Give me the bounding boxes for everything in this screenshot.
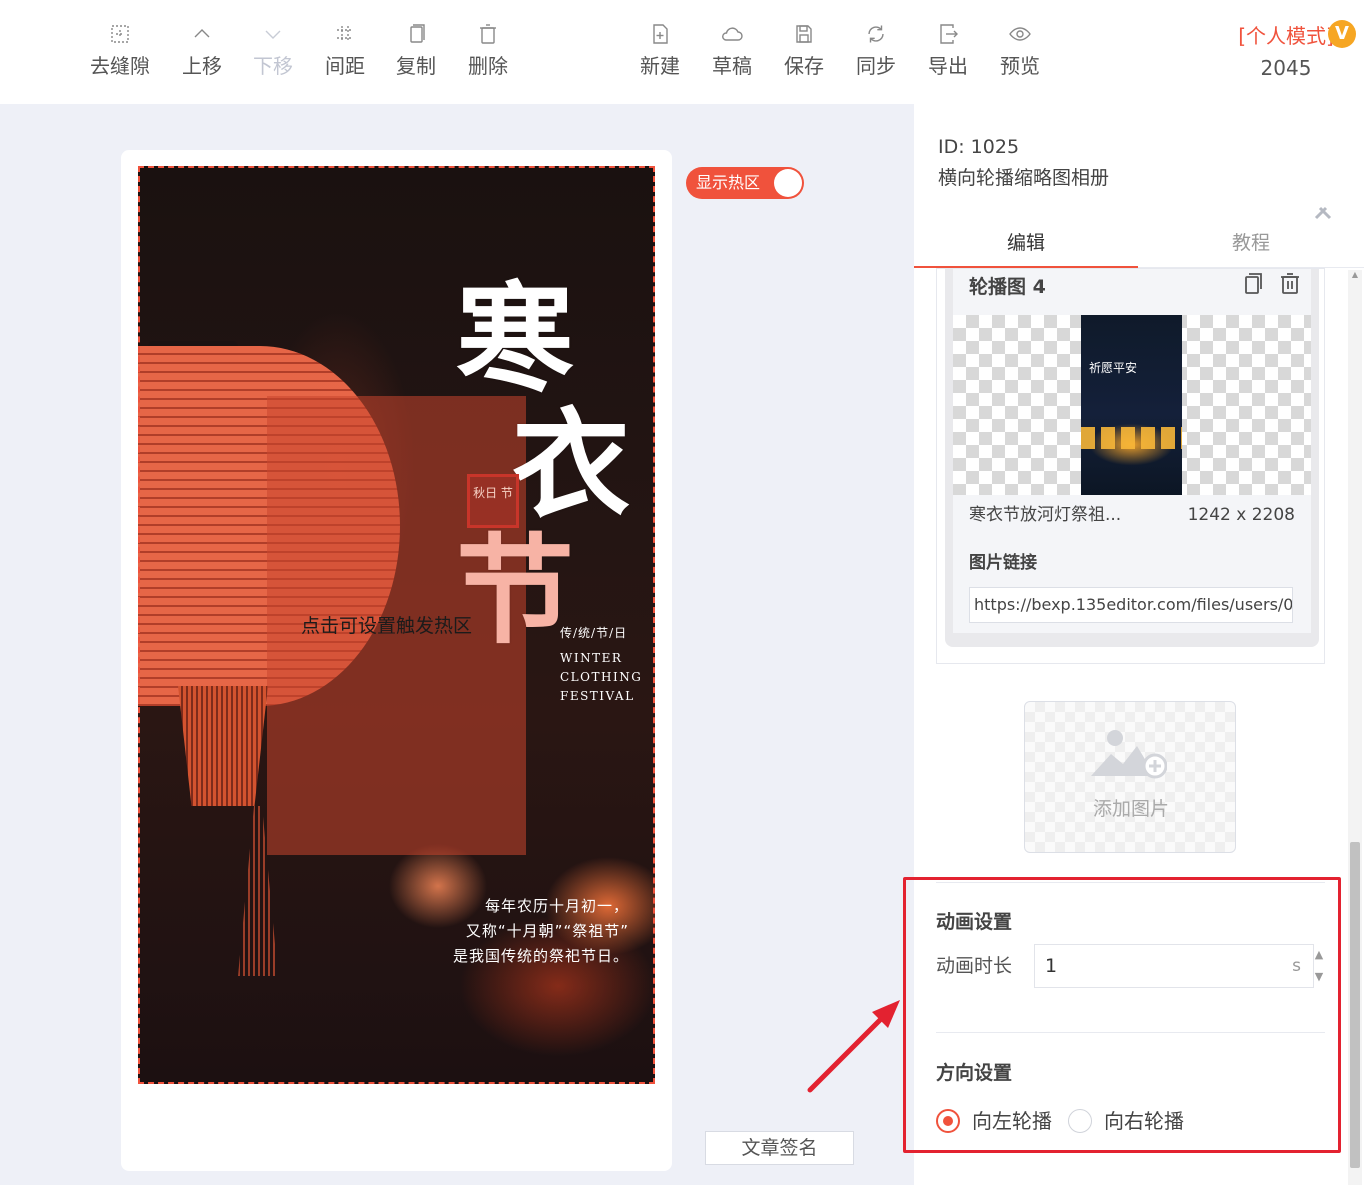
draft-button[interactable]: 草稿: [696, 22, 768, 80]
lantern-tassel: [178, 686, 268, 806]
preview-button[interactable]: 预览: [984, 22, 1056, 80]
thumbnail-caption: 祈愿平安: [1089, 361, 1138, 375]
slide-thumbnail-area[interactable]: 祈愿平安: [953, 315, 1311, 495]
scroll-up-icon[interactable]: ▲: [1350, 270, 1360, 282]
tab-tutorial[interactable]: 教程: [1138, 220, 1364, 268]
title-char-1: 寒: [456, 269, 575, 408]
article-signature-button[interactable]: 文章签名: [705, 1131, 854, 1165]
image-link-label: 图片链接: [969, 553, 1037, 573]
subtitle-en-line: FESTIVAL: [560, 689, 635, 703]
remove-gap-button[interactable]: 去缝隙: [84, 22, 156, 80]
subtitle-en-line: WINTER: [560, 651, 623, 665]
add-image-icon: [1091, 726, 1168, 782]
subtitle-en: WINTER CLOTHING FESTIVAL: [560, 649, 642, 706]
export-button[interactable]: 导出: [912, 22, 984, 80]
copy-button[interactable]: 复制: [380, 22, 452, 80]
animation-section-title: 动画设置: [936, 911, 1013, 933]
move-down-button[interactable]: 下移: [237, 22, 309, 80]
vip-badge-icon: V: [1328, 20, 1356, 48]
slide-thumbnail: 祈愿平安: [1081, 315, 1182, 495]
mode-label: [个人模式]: [1238, 24, 1334, 48]
trash-icon[interactable]: [1279, 271, 1303, 297]
mode-number: 2045: [1260, 56, 1312, 80]
slide-item-card: 轮播图 4 祈愿平安 寒衣节放河灯祭祖... 1242 x 2208 图片链接 …: [936, 268, 1325, 664]
slide-item-body: 轮播图 4 祈愿平安 寒衣节放河灯祭祖... 1242 x 2208 图片链接 …: [953, 269, 1311, 633]
file-name: 寒衣节放河灯祭祖...: [969, 505, 1122, 525]
body-line: 是我国传统的祭祀节日。: [452, 947, 629, 965]
settings-panel: ID: 1025 横向轮播缩略图相册 编辑 教程 轮播图 4 祈愿平安 寒衣节放…: [914, 104, 1364, 1185]
grid-dots-icon: [108, 22, 132, 48]
add-image-button[interactable]: 添加图片: [1024, 701, 1236, 853]
cloud-icon: [720, 22, 744, 48]
radio-dot: [936, 1109, 960, 1133]
divider: [936, 1032, 1325, 1033]
toolbar: 去缝隙 上移 下移 间距 复制 删除 新建 草稿 保存 同步 导出 预览 [个人…: [0, 0, 1364, 104]
save-button[interactable]: 保存: [768, 22, 840, 80]
slide-title: 轮播图 4: [969, 276, 1046, 298]
subtitle-cn: 传/统/节/日: [560, 626, 628, 640]
component-id: ID: 1025: [938, 136, 1020, 158]
sync-icon: [864, 22, 888, 48]
duration-input[interactable]: 1 s: [1034, 944, 1314, 988]
stepper-up-icon[interactable]: ▲: [1312, 944, 1326, 966]
tools-icon[interactable]: [1312, 204, 1334, 220]
divider: [936, 882, 1325, 883]
file-dimensions: 1242 x 2208: [1187, 505, 1295, 525]
sync-button[interactable]: 同步: [840, 22, 912, 80]
poster-body-text: 每年农历十月初一， 又称“十月朝”“祭祖节” 是我国传统的祭祀节日。: [453, 894, 629, 969]
component-name: 横向轮播缩略图相册: [938, 167, 1110, 189]
tab-edit[interactable]: 编辑: [914, 220, 1138, 268]
poster-image[interactable]: 寒 衣 节 秋日 节 点击可设置触发热区 传/统/节/日 WINTER CLOT…: [138, 166, 655, 1084]
spacing-button[interactable]: 间距: [309, 22, 381, 80]
duration-value: 1: [1045, 955, 1058, 977]
stepper-down-icon[interactable]: ▼: [1312, 966, 1326, 988]
duration-label: 动画时长: [936, 955, 1013, 977]
move-up-button[interactable]: 上移: [166, 22, 238, 80]
image-link-input[interactable]: https://bexp.135editor.com/files/users/0…: [969, 587, 1293, 623]
scrollbar-thumb[interactable]: [1350, 842, 1360, 1168]
new-file-icon: [648, 22, 672, 48]
personal-mode[interactable]: [个人模式] 2045: [1236, 22, 1336, 82]
subtitle-en-line: CLOTHING: [560, 670, 643, 684]
panel-tabs: 编辑 教程: [914, 220, 1364, 268]
radio-dot: [1068, 1109, 1092, 1133]
poster-subtitle: 传/统/节/日 WINTER CLOTHING FESTIVAL: [560, 624, 642, 706]
chevron-down-icon: [261, 22, 285, 48]
hotspot-hint: 点击可设置触发热区: [301, 615, 473, 637]
radio-label: 向左轮播: [972, 1109, 1052, 1133]
duration-stepper[interactable]: ▲ ▼: [1312, 944, 1326, 988]
thumbnail-lamps: [1081, 427, 1182, 449]
direction-section-title: 方向设置: [936, 1062, 1013, 1084]
spacing-icon: [333, 22, 357, 48]
copy-icon[interactable]: [1243, 271, 1267, 297]
annotation-arrow-icon: [807, 1000, 900, 1093]
chevron-up-icon: [190, 22, 214, 48]
toggle-label: 显示热区: [696, 173, 761, 192]
seal-stamp: 秋日 节: [467, 474, 519, 528]
duration-unit: s: [1292, 956, 1301, 976]
delete-button[interactable]: 删除: [452, 22, 524, 80]
save-icon: [792, 22, 816, 48]
toggle-knob: [774, 169, 802, 197]
new-button[interactable]: 新建: [624, 22, 696, 80]
body-line: 每年农历十月初一，: [484, 897, 629, 915]
trash-icon: [476, 22, 500, 48]
poster-title: 寒 衣 节: [456, 276, 655, 654]
body-line: 又称“十月朝”“祭祖节”: [465, 922, 629, 940]
slide-item-frame: 轮播图 4 祈愿平安 寒衣节放河灯祭祖... 1242 x 2208 图片链接 …: [945, 269, 1319, 647]
show-hotspot-toggle[interactable]: 显示热区: [686, 167, 804, 199]
eye-icon: [1008, 22, 1032, 48]
add-image-label: 添加图片: [1092, 798, 1169, 820]
radio-label: 向右轮播: [1104, 1109, 1184, 1133]
copy-icon: [404, 22, 428, 48]
export-icon: [936, 22, 960, 48]
